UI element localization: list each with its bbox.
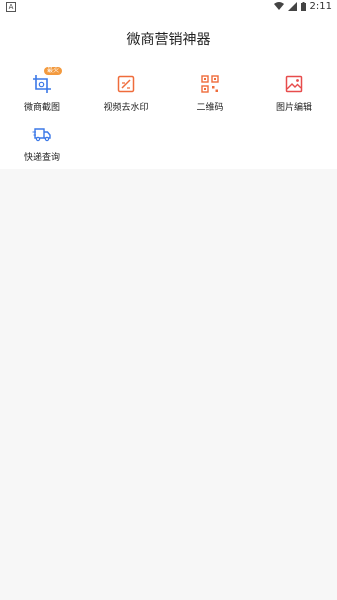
tool-qr-code[interactable]: 二维码	[168, 74, 252, 113]
qr-code-icon	[201, 75, 219, 93]
tool-wechat-screenshot[interactable]: 最火 微商截图	[0, 67, 84, 113]
wifi-icon	[273, 2, 284, 10]
tool-video-watermark-remove[interactable]: 视频去水印	[84, 74, 168, 113]
image-edit-icon	[285, 75, 303, 93]
tool-label: 微商截图	[23, 103, 60, 113]
content-area	[0, 169, 337, 600]
status-icons: 2:11	[273, 1, 332, 12]
tool-label: 图片编辑	[275, 103, 312, 113]
page-title: 微商营销神器	[126, 32, 211, 48]
battery-icon	[300, 2, 306, 11]
tool-label: 快递查询	[23, 153, 60, 163]
delivery-truck-icon	[32, 128, 51, 142]
cell-signal-icon	[287, 2, 297, 11]
screenshot-icon	[33, 75, 51, 93]
watermark-remove-icon	[117, 75, 135, 93]
status-bar: A 2:11	[0, 0, 337, 14]
tool-label: 二维码	[196, 103, 224, 113]
tool-label: 视频去水印	[103, 103, 149, 113]
tool-express-tracking[interactable]: 快递查询	[0, 124, 84, 163]
top-panel: 微商营销神器 最火 微商截图 视频去水印 二维码 图片编辑 快递查询	[0, 14, 337, 169]
hot-badge: 最火	[44, 67, 63, 75]
tool-image-edit[interactable]: 图片编辑	[252, 74, 336, 113]
status-time: 2:11	[309, 1, 332, 12]
app-notification-icon: A	[6, 2, 16, 12]
